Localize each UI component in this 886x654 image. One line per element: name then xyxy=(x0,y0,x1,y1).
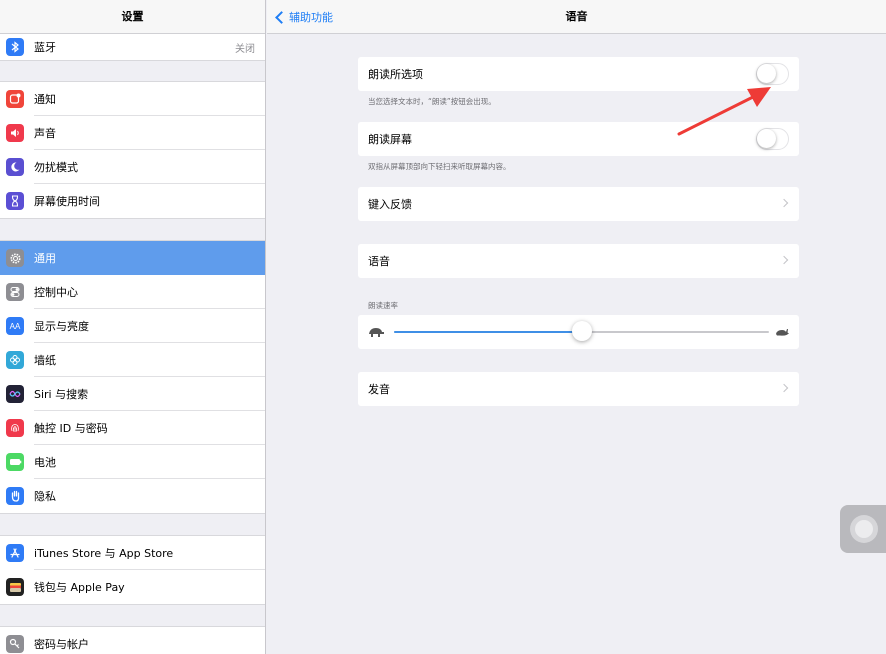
sidebar-item-label: 密码与帐户 xyxy=(34,638,89,651)
turtle-icon xyxy=(369,328,384,337)
siri-icon xyxy=(6,385,24,403)
hourglass-icon xyxy=(6,192,24,210)
sidebar-item-label: 显示与亮度 xyxy=(34,320,89,333)
sidebar-item-label: 控制中心 xyxy=(34,286,78,299)
typing-feedback-label: 键入反馈 xyxy=(368,198,412,211)
sidebar-item-do-not-disturb[interactable]: 勿扰模式 xyxy=(0,150,265,184)
sidebar-item-label: 钱包与 Apple Pay xyxy=(34,581,125,594)
sidebar-item-label: 声音 xyxy=(34,127,56,140)
sidebar-item-siri-search[interactable]: Siri 与搜索 xyxy=(0,377,265,411)
typing-feedback-row[interactable]: 键入反馈 xyxy=(358,187,799,221)
notifications-icon xyxy=(6,90,24,108)
sidebar-item-wallet-apple-pay[interactable]: 钱包与 Apple Pay xyxy=(0,570,265,604)
app-store-icon xyxy=(6,544,24,562)
sounds-icon xyxy=(6,124,24,142)
annotation-arrow-icon xyxy=(677,87,771,136)
page-title: 语音 xyxy=(565,10,588,23)
sidebar-item-itunes-app-store[interactable]: iTunes Store 与 App Store xyxy=(0,536,265,570)
text-size-icon: AA xyxy=(6,317,24,335)
sidebar-item-label: 通用 xyxy=(34,252,56,265)
sidebar-item-label: 勿扰模式 xyxy=(34,161,78,174)
sidebar-item-label: 通知 xyxy=(34,93,56,106)
sidebar-item-label: 蓝牙 xyxy=(34,41,56,54)
sidebar-item-wallpaper[interactable]: 墙纸 xyxy=(0,343,265,377)
speech-settings-pane: 辅助功能 语音 朗读所选项 当您选择文本时，“朗读”按钮会出现。 朗读屏幕 双指… xyxy=(267,0,886,654)
sidebar-item-passwords-accounts[interactable]: 密码与帐户 xyxy=(0,627,265,654)
chevron-right-icon xyxy=(779,383,789,393)
speak-selection-footnote: 当您选择文本时，“朗读”按钮会出现。 xyxy=(368,97,496,106)
sidebar-item-notifications[interactable]: 通知 xyxy=(0,82,265,116)
sidebar-item-label: 电池 xyxy=(34,456,56,469)
pronunciations-row[interactable]: 发音 xyxy=(358,372,799,406)
fingerprint-icon xyxy=(6,419,24,437)
assistive-touch-icon xyxy=(850,515,878,543)
sidebar-item-display-brightness[interactable]: AA 显示与亮度 xyxy=(0,309,265,343)
hand-icon xyxy=(6,487,24,505)
pronunciations-label: 发音 xyxy=(368,383,390,396)
toggles-icon xyxy=(6,283,24,301)
sidebar-item-screen-time[interactable]: 屏幕使用时间 xyxy=(0,184,265,218)
sidebar-item-battery[interactable]: 电池 xyxy=(0,445,265,479)
battery-icon xyxy=(6,453,24,471)
sidebar-item-label: 触控 ID 与密码 xyxy=(34,422,108,435)
sidebar-item-privacy[interactable]: 隐私 xyxy=(0,479,265,513)
sidebar-item-label: iTunes Store 与 App Store xyxy=(34,547,174,560)
voices-row[interactable]: 语音 xyxy=(358,244,799,278)
voices-label: 语音 xyxy=(368,255,390,268)
sidebar-item-label: 隐私 xyxy=(34,490,56,503)
assistive-touch-button[interactable] xyxy=(840,505,886,553)
slider-thumb[interactable] xyxy=(571,321,592,341)
sidebar-item-control-center[interactable]: 控制中心 xyxy=(0,275,265,309)
speak-screen-footnote: 双指从屏幕顶部向下轻扫来听取屏幕内容。 xyxy=(368,162,511,171)
sidebar-title: 设置 xyxy=(0,0,265,34)
sidebar-item-general[interactable]: 通用 xyxy=(0,241,265,275)
sidebar-item-sounds[interactable]: 声音 xyxy=(0,116,265,150)
sidebar-item-bluetooth[interactable]: 蓝牙 关闭 xyxy=(0,34,265,60)
bluetooth-status: 关闭 xyxy=(235,43,255,55)
speak-selection-label: 朗读所选项 xyxy=(368,68,423,81)
chevron-right-icon xyxy=(779,255,789,265)
wallet-icon xyxy=(6,578,24,596)
chevron-right-icon xyxy=(779,198,789,208)
sidebar-item-label: 屏幕使用时间 xyxy=(34,195,100,208)
speak-screen-label: 朗读屏幕 xyxy=(368,133,412,146)
gear-icon xyxy=(6,249,24,267)
flower-icon xyxy=(6,351,24,369)
sidebar-item-label: 墙纸 xyxy=(34,354,56,367)
moon-icon xyxy=(6,158,24,176)
navigation-bar: 辅助功能 语音 xyxy=(267,0,886,34)
settings-sidebar: 设置 蓝牙 关闭 通知 声音 勿扰模式 屏幕使用时间 通用 控制中心 AA 显示… xyxy=(0,0,266,654)
sidebar-item-touch-id-passcode[interactable]: 触控 ID 与密码 xyxy=(0,411,265,445)
bluetooth-icon xyxy=(6,38,24,56)
speaking-rate-row xyxy=(358,315,799,349)
slider-fill xyxy=(394,331,582,333)
rabbit-icon xyxy=(776,329,789,336)
sidebar-item-label: Siri 与搜索 xyxy=(34,388,89,401)
key-icon xyxy=(6,635,24,653)
speaking-rate-header: 朗读速率 xyxy=(368,301,398,310)
